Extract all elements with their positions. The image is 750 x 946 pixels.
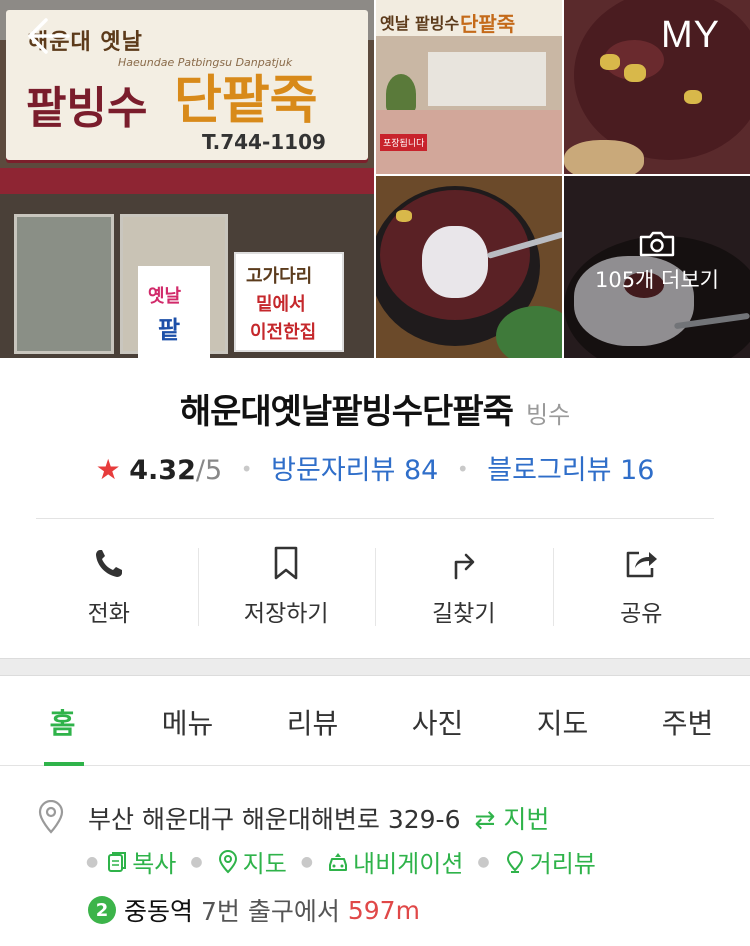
save-button[interactable]: 저장하기	[197, 538, 376, 634]
more-photos-button[interactable]: 105개 더보기	[564, 230, 750, 294]
share-label: 공유	[620, 601, 663, 627]
mochi-piece	[624, 64, 646, 82]
poster-right-line-2: 밑에서	[256, 294, 306, 315]
tab-map[interactable]: 지도	[500, 676, 625, 765]
separator-dot: •	[240, 457, 253, 481]
map-label: 지도	[242, 850, 287, 878]
separator-dot: ●	[190, 853, 203, 870]
tab-nearby[interactable]: 주변	[625, 676, 750, 765]
poster-left-line-2: 팥	[158, 316, 181, 344]
navigation-label: 내비게이션	[353, 850, 464, 878]
rating-row: ★ 4.32/5 • 방문자리뷰 84 • 블로그리뷰 16	[0, 448, 750, 487]
bingsu-photo-2[interactable]	[376, 176, 562, 358]
arrow-left-icon	[28, 18, 70, 54]
share-button[interactable]: 공유	[552, 538, 731, 634]
map-pin-icon	[218, 849, 237, 873]
jibun-toggle[interactable]: ⇄ 지번	[475, 805, 550, 834]
address-row: 부산 해운대구 해운대해변로 329-6 ⇄ 지번	[36, 800, 726, 834]
phone-icon	[95, 550, 122, 577]
section-gap	[0, 658, 750, 676]
navigation-link[interactable]: 내비게이션	[327, 844, 463, 879]
bingsu-photo-1[interactable]	[564, 0, 750, 174]
camera-icon	[639, 231, 675, 257]
shaved-ice	[422, 226, 488, 298]
interior-photo[interactable]: 옛날 팥빙수 단팥죽 포장됩니다	[376, 0, 562, 174]
separator-dot: •	[456, 457, 469, 481]
rating-max: /5	[195, 455, 223, 486]
sign-phone-text: T.744-1109	[202, 130, 326, 154]
interior-banner-text-1: 옛날 팥빙수	[380, 14, 460, 33]
streetview-icon	[506, 850, 523, 873]
separator-dot: ●	[300, 853, 313, 870]
mochi-piece	[684, 90, 702, 104]
photo-gallery[interactable]: 해운대 옛날 Haeundae Patbingsu Danpatjuk 팥빙수 …	[0, 0, 750, 358]
save-label: 저장하기	[243, 601, 329, 627]
tab-bar: 홈 메뉴 리뷰 사진 지도 주변	[0, 676, 750, 766]
place-name: 해운대옛날팥빙수단팥죽	[179, 392, 514, 432]
subway-station: 중동역	[124, 897, 194, 926]
back-button[interactable]	[24, 16, 72, 56]
rating-value: 4.32	[129, 455, 196, 486]
directions-icon	[454, 553, 475, 580]
copy-label: 복사	[132, 850, 177, 878]
sign-main-text-2: 단팥죽	[174, 71, 318, 131]
directions-label: 길찾기	[432, 601, 496, 627]
car-icon	[329, 852, 347, 871]
subway-exit: 7번 출구에서	[201, 897, 340, 926]
poster-right-line-3: 이전한집	[250, 322, 317, 343]
subway-info: 2 중동역 7번 출구에서 597m	[88, 892, 420, 928]
share-icon	[626, 551, 658, 578]
tab-review[interactable]: 리뷰	[250, 676, 375, 765]
sign-main-text-1: 팥빙수	[26, 83, 148, 134]
interior-shelf	[428, 52, 546, 106]
address-text: 부산 해운대구 해운대해변로 329-6	[88, 805, 461, 834]
blog-reviews-link[interactable]: 블로그리뷰 16	[487, 455, 654, 486]
mochi-piece	[396, 210, 412, 222]
tab-photo[interactable]: 사진	[375, 676, 500, 765]
my-button[interactable]: MY	[661, 14, 720, 57]
more-photos-label: 105개 더보기	[594, 268, 720, 292]
takeout-label: 포장됩니다	[380, 134, 428, 151]
mochi-piece	[600, 54, 620, 70]
action-bar: 전화 저장하기 길찾기 공유	[20, 538, 730, 634]
map-link[interactable]: 지도	[217, 844, 287, 879]
call-label: 전화	[87, 601, 130, 627]
star-icon: ★	[95, 453, 121, 486]
poster-left-line-1: 옛날	[148, 286, 182, 307]
subway-distance: 597m	[347, 895, 420, 925]
interior-banner-text-2: 단팥죽	[460, 12, 516, 36]
interior-plant	[386, 74, 416, 114]
bookmark-icon	[274, 546, 298, 580]
copy-link[interactable]: 복사	[106, 844, 176, 879]
streetview-link[interactable]: 거리뷰	[504, 844, 596, 879]
awning	[0, 168, 374, 194]
address-actions: ● 복사 ● 지도 ● 내비게이션 ● 거리뷰	[86, 844, 596, 879]
tab-menu[interactable]: 메뉴	[125, 676, 250, 765]
separator-dot: ●	[86, 853, 99, 870]
place-category: 빙수	[526, 401, 571, 429]
tab-home[interactable]: 홈	[0, 676, 125, 766]
directions-button[interactable]: 길찾기	[375, 538, 553, 634]
subway-line-badge: 2	[88, 896, 116, 924]
copy-icon	[108, 851, 127, 872]
table-surface	[564, 140, 644, 174]
separator-dot: ●	[477, 853, 490, 870]
place-title: 해운대옛날팥빙수단팥죽 빙수	[0, 384, 750, 433]
location-pin-icon	[38, 800, 64, 834]
poster-right-line-1: 고가다리	[246, 266, 313, 287]
shop-window	[14, 214, 114, 354]
streetview-label: 거리뷰	[529, 850, 596, 878]
call-button[interactable]: 전화	[20, 538, 198, 634]
address-text-wrap: 부산 해운대구 해운대해변로 329-6 ⇄ 지번	[88, 800, 549, 836]
visitor-reviews-link[interactable]: 방문자리뷰 84	[271, 455, 438, 486]
divider	[36, 518, 714, 519]
